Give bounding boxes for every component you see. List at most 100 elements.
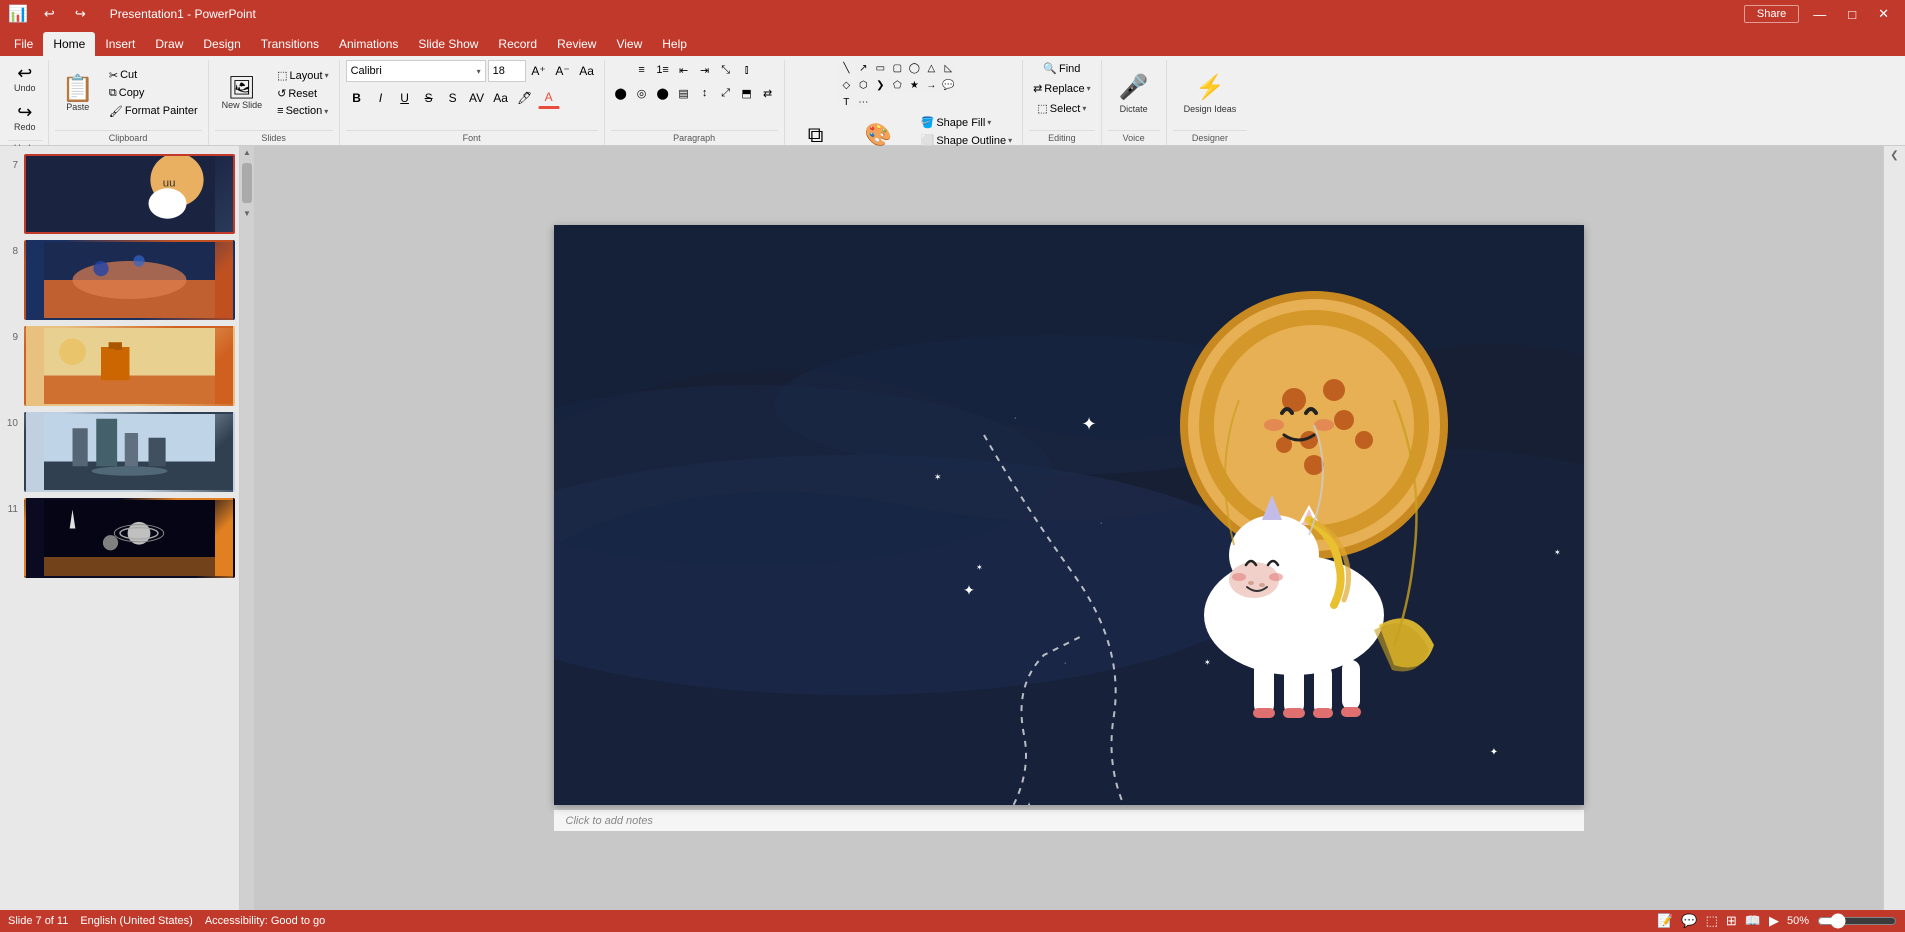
font-name-selector[interactable]: Calibri ▾ <box>346 60 486 82</box>
align-text-btn[interactable]: ⬒ <box>737 83 757 103</box>
increase-indent-btn[interactable]: ⇥ <box>695 60 715 80</box>
tab-draw[interactable]: Draw <box>145 32 193 56</box>
shape-connector[interactable]: ↗ <box>855 60 871 76</box>
highlight-btn[interactable]: 🖊 <box>514 87 536 109</box>
select-button[interactable]: ⬚ Select ▾ <box>1033 100 1090 117</box>
tab-help[interactable]: Help <box>652 32 697 56</box>
slide-item-11[interactable]: 11 <box>4 498 235 578</box>
shape-hex[interactable]: ⬡ <box>855 77 871 93</box>
tab-animations[interactable]: Animations <box>329 32 408 56</box>
shape-line[interactable]: ╲ <box>838 60 854 76</box>
slide-panel-scrollbar[interactable]: ▲ ▼ <box>240 146 254 910</box>
line-spacing-btn[interactable]: ↕ <box>695 83 715 103</box>
shadow-button[interactable]: S <box>442 87 464 109</box>
shape-oval[interactable]: ◯ <box>906 60 922 76</box>
scroll-up-arrow[interactable]: ▲ <box>241 146 253 159</box>
redo-button[interactable]: ↪ Redo <box>8 99 42 136</box>
slide-item-8[interactable]: 8 <box>4 240 235 320</box>
tab-transitions[interactable]: Transitions <box>251 32 329 56</box>
slide-sorter-icon[interactable]: ⊞ <box>1726 913 1737 929</box>
reset-button[interactable]: ↺ Reset <box>273 85 332 102</box>
layout-button[interactable]: ⬚ Layout ▾ <box>273 67 332 84</box>
shape-text[interactable]: T <box>838 94 854 110</box>
tab-review[interactable]: Review <box>547 32 606 56</box>
font-size-selector[interactable]: 18 <box>488 60 526 82</box>
font-color-btn[interactable]: A <box>538 87 560 109</box>
slide-thumb-7[interactable]: uu <box>24 154 235 234</box>
tab-design[interactable]: Design <box>193 32 250 56</box>
slide-item-9[interactable]: 9 <box>4 326 235 406</box>
slide-thumb-11[interactable] <box>24 498 235 578</box>
slide-canvas[interactable]: ✦ ✦ ✦ ✦ ✦ ✶ ✶ · ✶ · ✶ · ✶ ✶ ✶ ✶ ✶ · · <box>554 225 1584 805</box>
shape-more[interactable]: ⋯ <box>855 94 871 110</box>
bold-button[interactable]: B <box>346 87 368 109</box>
italic-button[interactable]: I <box>370 87 392 109</box>
justify-btn[interactable]: ▤ <box>674 83 694 103</box>
undo-quick-btn[interactable]: ↩ <box>36 4 63 24</box>
share-button[interactable]: Share <box>1744 5 1799 23</box>
find-button[interactable]: 🔍 Find <box>1039 60 1084 77</box>
slide-item-10[interactable]: 10 <box>4 412 235 492</box>
columns-btn[interactable]: ⫾ <box>737 60 757 80</box>
strikethrough-button[interactable]: S <box>418 87 440 109</box>
format-painter-button[interactable]: 🖌 Format Painter <box>105 103 202 120</box>
shape-diamond[interactable]: ◇ <box>838 77 854 93</box>
shape-rect[interactable]: ▭ <box>872 60 888 76</box>
redo-quick-btn[interactable]: ↪ <box>67 4 94 24</box>
shape-fill-button[interactable]: 🪣 Shape Fill ▾ <box>917 114 1016 131</box>
paste-button[interactable]: 📋 Paste <box>55 70 101 117</box>
shape-right-tri[interactable]: ◺ <box>940 60 956 76</box>
shape-isosceles[interactable]: △ <box>923 60 939 76</box>
tab-home[interactable]: Home <box>43 32 95 56</box>
tab-slideshow[interactable]: Slide Show <box>408 32 488 56</box>
smart-art-btn[interactable]: ⤡ <box>716 60 736 80</box>
slide-thumb-10[interactable] <box>24 412 235 492</box>
shape-callout[interactable]: 💬 <box>940 77 956 93</box>
increase-font-btn[interactable]: A⁺ <box>528 60 550 82</box>
notes-bar[interactable]: Click to add notes <box>554 809 1584 831</box>
tab-record[interactable]: Record <box>488 32 547 56</box>
shape-star[interactable]: ★ <box>906 77 922 93</box>
section-button[interactable]: ≡ Section ▾ <box>273 103 332 119</box>
shape-arrow[interactable]: → <box>923 77 939 93</box>
scroll-down-arrow[interactable]: ▼ <box>241 207 253 220</box>
tab-insert[interactable]: Insert <box>95 32 145 56</box>
decrease-indent-btn[interactable]: ⇤ <box>674 60 694 80</box>
slide-thumb-8[interactable] <box>24 240 235 320</box>
tab-view[interactable]: View <box>606 32 652 56</box>
bullets-btn[interactable]: ≡ <box>632 60 652 80</box>
undo-button[interactable]: ↩ Undo <box>8 60 42 97</box>
maximize-button[interactable]: □ <box>1840 5 1864 24</box>
align-left-btn[interactable]: ⬤ <box>611 83 631 103</box>
text-direction-btn[interactable]: ⤢ <box>716 83 736 103</box>
new-slide-button[interactable]: 🖼 New Slide <box>215 72 270 115</box>
char-spacing-btn[interactable]: AV <box>466 87 488 109</box>
shape-round-rect[interactable]: ▢ <box>889 60 905 76</box>
font-case-btn[interactable]: Aa <box>490 87 512 109</box>
underline-button[interactable]: U <box>394 87 416 109</box>
replace-button[interactable]: ⇄ Replace ▾ <box>1029 80 1095 97</box>
slideshow-icon[interactable]: ▶ <box>1769 913 1779 929</box>
clear-format-btn[interactable]: Aa <box>576 60 598 82</box>
slide-item-7[interactable]: 7 uu <box>4 154 235 234</box>
convert-smartart-btn[interactable]: ⇄ <box>758 83 778 103</box>
shape-pentagon[interactable]: ⬠ <box>889 77 905 93</box>
copy-button[interactable]: ⧉ Copy <box>105 85 202 102</box>
slide-thumb-9[interactable] <box>24 326 235 406</box>
scroll-thumb[interactable] <box>242 163 252 203</box>
numbering-btn[interactable]: 1≡ <box>653 60 673 80</box>
minimize-button[interactable]: — <box>1805 5 1834 24</box>
align-center-btn[interactable]: ◎ <box>632 83 652 103</box>
cut-button[interactable]: ✂ Cut <box>105 67 202 84</box>
design-ideas-button[interactable]: ⚡ Design Ideas <box>1173 68 1248 119</box>
tab-file[interactable]: File <box>4 32 43 56</box>
collapse-icon[interactable]: ❮ <box>1890 150 1898 161</box>
decrease-font-btn[interactable]: A⁻ <box>552 60 574 82</box>
notes-toggle-icon[interactable]: 📝 <box>1657 913 1673 929</box>
align-right-btn[interactable]: ⬤ <box>653 83 673 103</box>
normal-view-icon[interactable]: ⬚ <box>1706 913 1718 929</box>
canvas-area[interactable]: ✦ ✦ ✦ ✦ ✦ ✶ ✶ · ✶ · ✶ · ✶ ✶ ✶ ✶ ✶ · · <box>254 146 1883 910</box>
close-button[interactable]: ✕ <box>1870 4 1897 24</box>
dictate-button[interactable]: 🎤 Dictate <box>1108 68 1160 119</box>
zoom-slider[interactable] <box>1817 913 1897 929</box>
